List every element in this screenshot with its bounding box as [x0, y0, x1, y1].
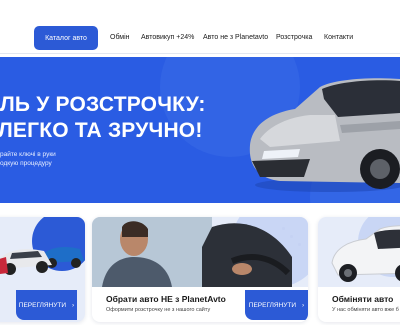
view-button[interactable]: ПЕРЕГЛЯНУТИ › [245, 290, 308, 320]
nav-divider [0, 53, 400, 54]
white-car-image [331, 225, 400, 282]
hero-subtitle-line2: одкую процедуру [0, 160, 52, 167]
nav-link-other-cars[interactable]: Авто не з Planetavto [203, 34, 268, 41]
hero-car-image [249, 78, 400, 192]
promo-card-installment[interactable]: ПЕРЕГЛЯНУТИ › [0, 217, 85, 322]
chevron-right-icon: › [302, 301, 305, 309]
nav-link-exchange[interactable]: Обмін [110, 34, 130, 41]
promo-card-other-car[interactable]: Обрати авто НЕ з PlanetAvto Оформити роз… [92, 217, 308, 322]
nav-link-contacts[interactable]: Контакти [324, 34, 353, 41]
card-title: Обрати авто НЕ з PlanetAvto [106, 294, 226, 304]
hero-title-line1: ЛЬ У РОЗСТРОЧКУ: [0, 93, 206, 116]
catalog-button[interactable]: Каталог авто [34, 26, 98, 50]
view-button-label: ПЕРЕГЛЯНУТИ [248, 301, 297, 309]
card-title: Обміняти авто [332, 294, 394, 304]
card-description: У нас обміняти авто вже б [332, 307, 399, 313]
promo-card-exchange[interactable]: Обміняти авто У нас обміняти авто вже б [318, 217, 400, 322]
chevron-right-icon: › [72, 301, 75, 309]
card-image [318, 217, 400, 287]
driver-photo [92, 217, 292, 287]
view-button-label: ПЕРЕГЛЯНУТИ [18, 301, 67, 309]
top-navigation: Каталог авто Обмін Автовикуп +24% Авто н… [0, 22, 400, 54]
cars-image [0, 247, 84, 275]
hero-subtitle-line1: райте ключі в руки [0, 151, 56, 158]
nav-link-buyout[interactable]: Автовикуп +24% [141, 34, 194, 41]
hero-title-line2: ЛЕГКО ТА ЗРУЧНО! [0, 119, 203, 142]
card-description: Оформити розстрочку не з нашого сайту [106, 307, 211, 313]
card-image [92, 217, 308, 287]
nav-link-installment[interactable]: Розстрочка [276, 34, 312, 41]
hero-banner[interactable]: ЛЬ У РОЗСТРОЧКУ: ЛЕГКО ТА ЗРУЧНО! райте … [0, 57, 400, 203]
view-button[interactable]: ПЕРЕГЛЯНУТИ › [16, 290, 77, 320]
